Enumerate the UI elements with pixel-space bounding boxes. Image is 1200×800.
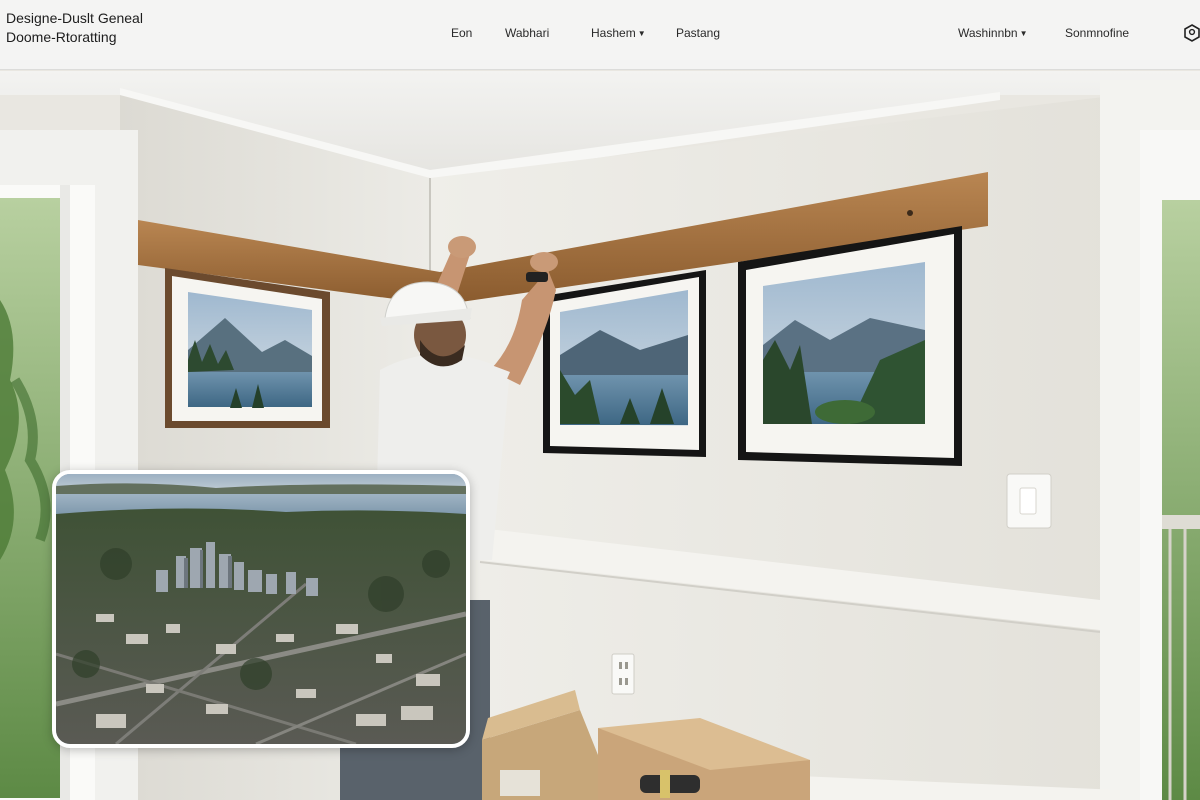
city-aerial-image — [56, 474, 466, 744]
nav-item-sonmnofine[interactable]: Sonmnofine — [1065, 26, 1129, 40]
logo-line-1: Designe-Duslt Geneal — [6, 10, 143, 26]
logo-line-2: Doome-Rtoratting — [6, 29, 117, 45]
nav-item-wabhari[interactable]: Wabhari — [505, 26, 549, 40]
nav-item-hashem[interactable]: Hashem ▼ — [591, 26, 646, 40]
chevron-down-icon: ▼ — [637, 29, 646, 38]
nav-item-washinnbn[interactable]: Washinnbn ▼ — [958, 26, 1028, 40]
user-profile-icon[interactable] — [1184, 24, 1200, 42]
city-aerial-inset — [52, 470, 470, 748]
hero-image — [0, 71, 1200, 800]
nav-item-eon[interactable]: Eon — [451, 26, 472, 40]
chevron-down-icon: ▼ — [1019, 29, 1028, 38]
nav-item-pastang[interactable]: Pastang — [676, 26, 720, 40]
site-logo[interactable]: Designe-Duslt Geneal Doome-Rtoratting — [6, 9, 196, 47]
site-header: Designe-Duslt Geneal Doome-Rtoratting Eo… — [0, 0, 1200, 70]
